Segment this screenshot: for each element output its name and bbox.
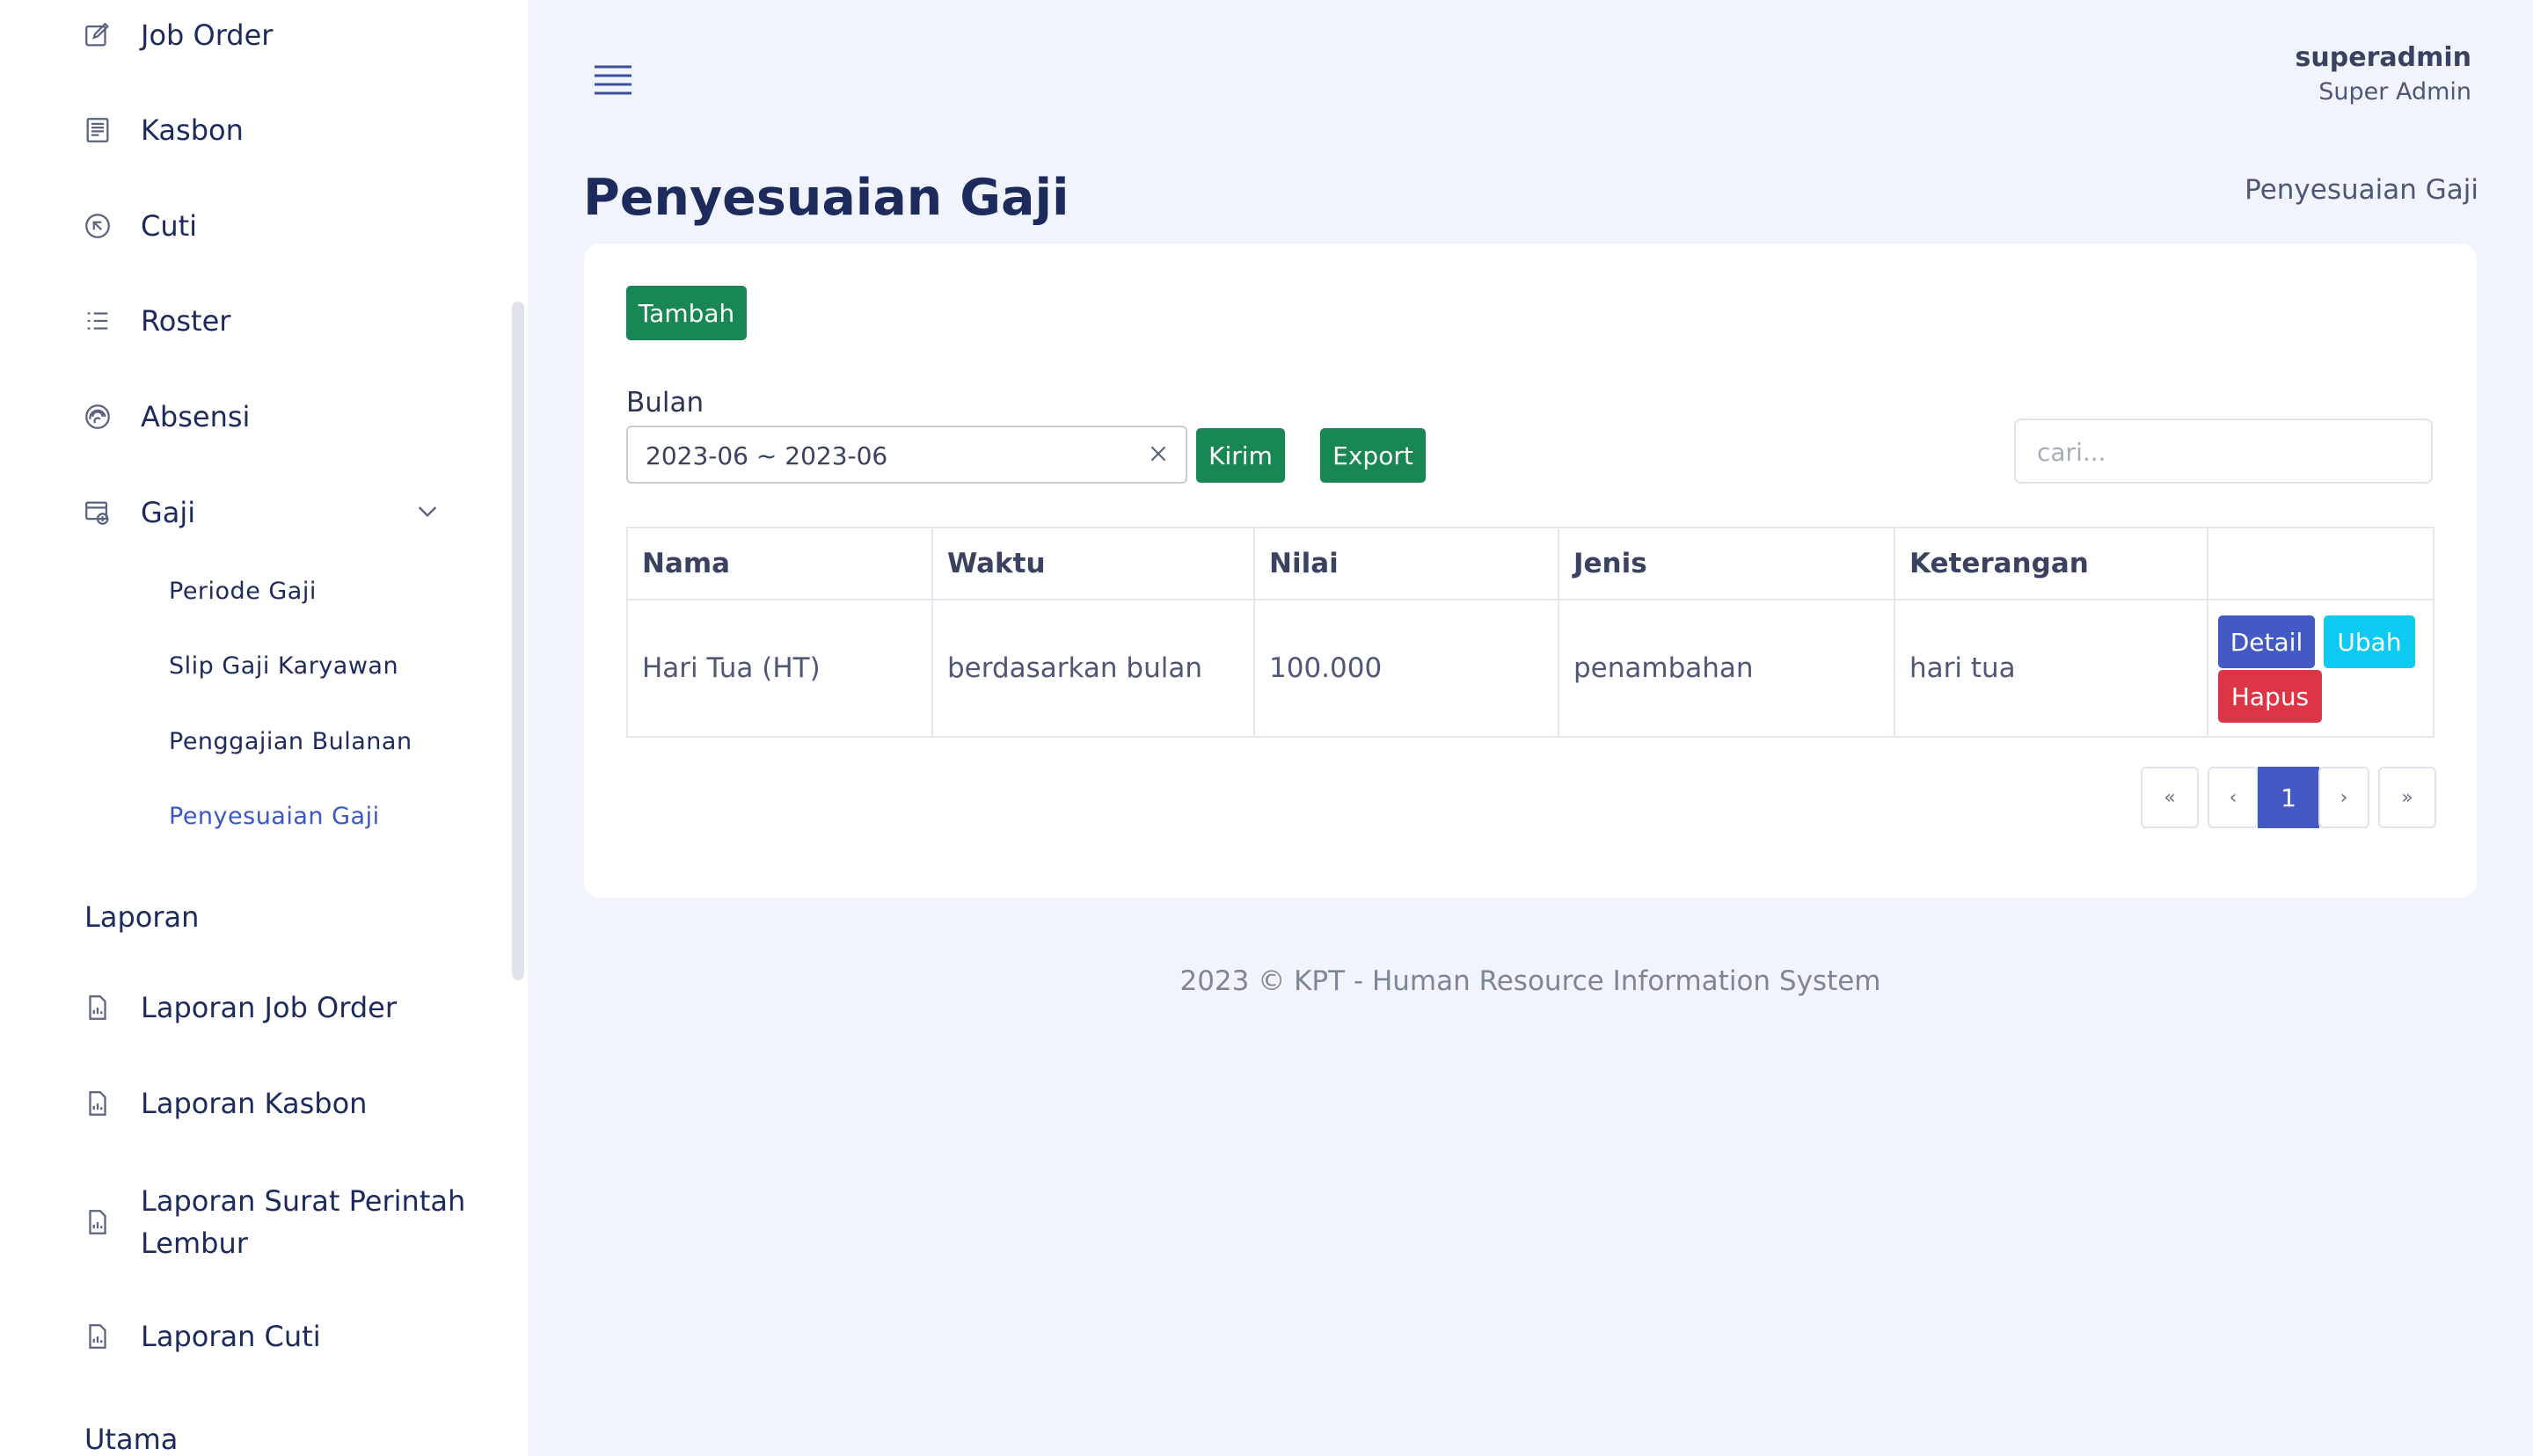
sidebar-item-gaji[interactable]: Gaji bbox=[81, 486, 195, 539]
footer-text: 2023 © KPT - Human Resource Information … bbox=[1179, 965, 1881, 997]
sidebar-item-label: Kasbon bbox=[141, 113, 244, 147]
arrow-up-left-circle-icon bbox=[81, 209, 114, 243]
sidebar-item-kasbon[interactable]: Kasbon bbox=[81, 104, 244, 157]
sidebar-item-label: Gaji bbox=[141, 496, 196, 529]
report-file-icon bbox=[81, 1205, 114, 1239]
pagination-prev[interactable]: ‹ bbox=[2208, 767, 2259, 828]
month-range-input[interactable]: 2023-06 ~ 2023-06 bbox=[626, 426, 1187, 484]
page-title: Penyesuaian Gaji bbox=[583, 169, 1069, 227]
adjustment-table: Nama Waktu Nilai Jenis Keterangan Hari T… bbox=[626, 527, 2434, 738]
search-input[interactable]: cari... bbox=[2014, 419, 2433, 484]
receipt-icon bbox=[81, 113, 114, 147]
cell-nama: Hari Tua (HT) bbox=[626, 599, 933, 738]
table-header-row: Nama Waktu Nilai Jenis Keterangan bbox=[626, 527, 2434, 601]
sidebar-item-label: Roster bbox=[141, 304, 231, 338]
edit-button[interactable]: Ubah bbox=[2324, 615, 2415, 668]
section-heading-utama: Utama bbox=[84, 1423, 179, 1456]
cell-nilai: 100.000 bbox=[1253, 599, 1559, 738]
column-header-nilai: Nilai bbox=[1253, 527, 1559, 601]
clear-icon[interactable] bbox=[1147, 442, 1170, 465]
chevron-down-icon[interactable] bbox=[413, 497, 442, 525]
month-label: Bulan bbox=[626, 387, 704, 419]
column-header-jenis: Jenis bbox=[1558, 527, 1895, 601]
month-range-value: 2023-06 ~ 2023-06 bbox=[646, 441, 888, 470]
sidebar-item-label: Cuti bbox=[141, 209, 198, 243]
sidebar-item-label: Laporan Job Order bbox=[141, 991, 397, 1024]
sidebar-item-label: Laporan Cuti bbox=[141, 1320, 321, 1353]
column-header-waktu: Waktu bbox=[931, 527, 1255, 601]
sidebar-item-job-order[interactable]: Job Order bbox=[81, 9, 273, 62]
hamburger-menu-icon[interactable] bbox=[593, 63, 633, 97]
fingerprint-icon bbox=[81, 400, 114, 433]
sidebar-scrollbar[interactable] bbox=[512, 302, 524, 980]
sidebar-sub-penyesuaian-gaji[interactable]: Penyesuaian Gaji bbox=[169, 794, 380, 838]
breadcrumb: Penyesuaian Gaji bbox=[2245, 174, 2478, 206]
report-file-icon bbox=[81, 991, 114, 1024]
user-name[interactable]: superadmin bbox=[2296, 42, 2471, 73]
column-header-actions bbox=[2207, 527, 2434, 601]
cell-keterangan: hari tua bbox=[1894, 599, 2208, 738]
sidebar-item-laporan-cuti[interactable]: Laporan Cuti bbox=[81, 1310, 321, 1363]
cash-window-icon bbox=[81, 496, 114, 529]
sidebar-item-label: Absensi bbox=[141, 400, 251, 433]
cell-waktu: berdasarkan bulan bbox=[931, 599, 1255, 738]
sidebar-sub-slip-gaji[interactable]: Slip Gaji Karyawan bbox=[169, 644, 398, 688]
pagination-page-1[interactable]: 1 bbox=[2258, 767, 2319, 828]
sidebar-item-absensi[interactable]: Absensi bbox=[81, 390, 250, 443]
pagination-last[interactable]: » bbox=[2378, 767, 2436, 828]
column-header-keterangan: Keterangan bbox=[1894, 527, 2208, 601]
sidebar-item-label: Laporan Surat Perintah Lembur bbox=[141, 1184, 466, 1260]
report-file-icon bbox=[81, 1087, 114, 1120]
export-button[interactable]: Export bbox=[1320, 428, 1426, 483]
table-row: Hari Tua (HT) berdasarkan bulan 100.000 … bbox=[626, 599, 2434, 738]
send-button[interactable]: Kirim bbox=[1196, 428, 1285, 483]
column-header-nama: Nama bbox=[626, 527, 933, 601]
sidebar-item-label: Job Order bbox=[141, 18, 274, 52]
delete-button[interactable]: Hapus bbox=[2218, 670, 2322, 723]
sidebar-item-cuti[interactable]: Cuti bbox=[81, 200, 197, 252]
sidebar-sub-periode-gaji[interactable]: Periode Gaji bbox=[169, 569, 317, 613]
section-heading-laporan: Laporan bbox=[84, 900, 200, 934]
detail-button[interactable]: Detail bbox=[2218, 615, 2315, 668]
add-button[interactable]: Tambah bbox=[626, 286, 747, 340]
sidebar-item-laporan-kasbon[interactable]: Laporan Kasbon bbox=[81, 1077, 367, 1130]
pencil-square-icon bbox=[81, 18, 114, 52]
pagination-next[interactable]: › bbox=[2318, 767, 2369, 828]
sidebar-item-laporan-job-order[interactable]: Laporan Job Order bbox=[81, 981, 397, 1034]
sidebar-item-roster[interactable]: Roster bbox=[81, 295, 230, 347]
report-file-icon bbox=[81, 1320, 114, 1353]
sidebar: Job Order Kasbon Cuti Roster Absensi Gaj… bbox=[0, 0, 528, 1456]
sidebar-item-laporan-spl[interactable]: Laporan Surat Perintah Lembur bbox=[81, 1178, 475, 1266]
sidebar-sub-penggajian-bulanan[interactable]: Penggajian Bulanan bbox=[169, 719, 412, 763]
user-role: Super Admin bbox=[2318, 78, 2471, 106]
list-icon bbox=[81, 304, 114, 338]
search-placeholder: cari... bbox=[2037, 438, 2106, 467]
pagination-first[interactable]: « bbox=[2141, 767, 2199, 828]
sidebar-item-label: Laporan Kasbon bbox=[141, 1087, 368, 1120]
cell-jenis: penambahan bbox=[1558, 599, 1895, 738]
